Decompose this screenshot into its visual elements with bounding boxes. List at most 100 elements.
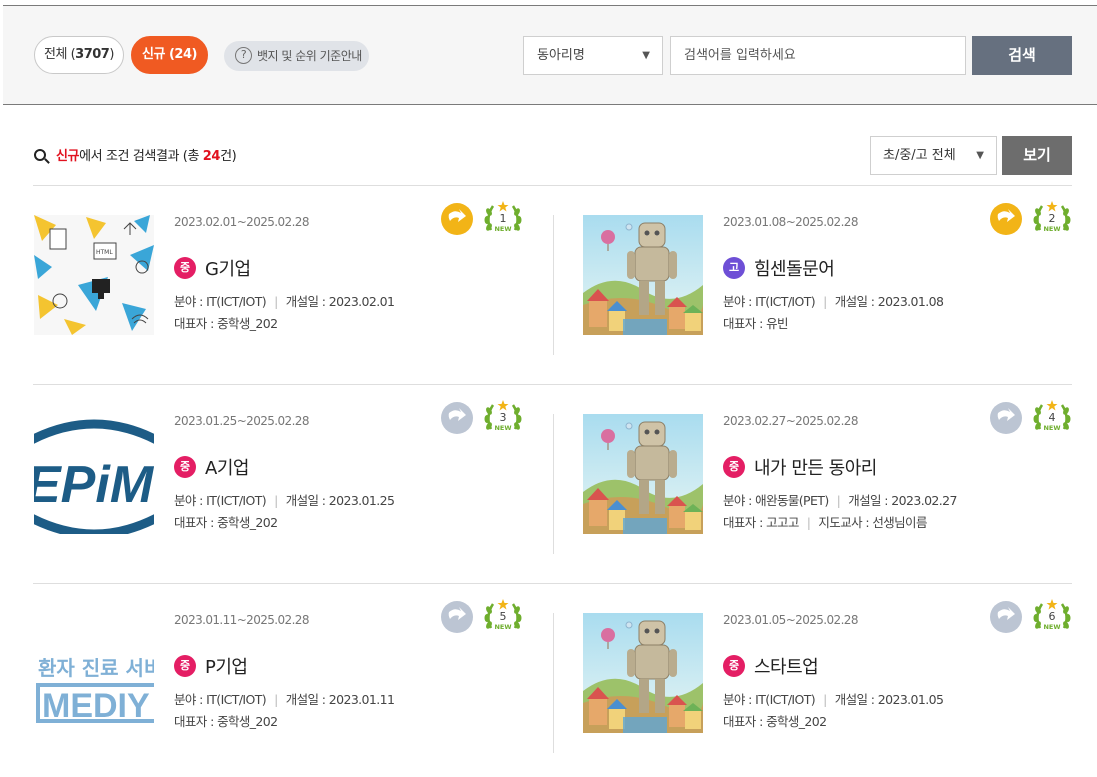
rep-value: 고고고 <box>766 515 799 530</box>
club-representative: 대표자 : 중학생_202 <box>174 512 278 531</box>
club-name-row[interactable]: 고 힘센돌문어 <box>723 255 835 281</box>
svg-text:5: 5 <box>500 610 507 623</box>
svg-text:환자 진료 서비: 환자 진료 서비 <box>38 656 154 680</box>
svg-text:2: 2 <box>1049 212 1056 225</box>
club-card[interactable]: 2023.02.27~2025.02.28 4 NEW 중 내가 만든 동아리 … <box>583 400 1083 564</box>
club-card[interactable]: 2023.01.08~2025.02.28 2 NEW 고 힘센돌문어 분야 :… <box>583 201 1083 365</box>
club-period: 2023.01.11~2025.02.28 <box>174 613 309 627</box>
club-representative: 대표자 : 중학생_202 <box>723 711 827 730</box>
dropdown-arrow-icon: ▼ <box>976 150 984 161</box>
club-thumbnail[interactable]: EPiM <box>34 414 154 534</box>
opened-label: 개설일 : <box>848 493 892 508</box>
opened-label: 개설일 : <box>834 692 878 707</box>
filter-new-label: 신규 (24) <box>142 47 197 62</box>
result-filter-name: 신규 <box>56 149 80 164</box>
meta-separator: | <box>836 493 841 508</box>
result-count: 24 <box>202 149 221 164</box>
rep-label: 대표자 : <box>723 316 767 331</box>
activity-badge-icon <box>441 402 473 434</box>
school-level-badge: 고 <box>723 257 745 279</box>
club-card[interactable]: EPiM 2023.01.25~2025.02.28 3 NEW 중 A기업 분… <box>34 400 534 564</box>
opened-value: 2023.01.25 <box>328 493 395 508</box>
filter-all-label: 전체 ( <box>44 47 76 62</box>
meta-separator: | <box>274 692 278 707</box>
svg-text:NEW: NEW <box>494 225 511 233</box>
dropdown-arrow-icon: ▼ <box>642 50 650 61</box>
club-name-row[interactable]: 중 A기업 <box>174 454 249 480</box>
club-card[interactable]: HTML 2023.02.01~2025.02.28 1 NEW 중 G기업 분… <box>34 201 534 365</box>
club-name-link[interactable]: A기업 <box>205 454 249 480</box>
opened-label: 개설일 : <box>285 692 329 707</box>
field-value: IT(ICT/IOT) <box>755 692 816 707</box>
field-value: IT(ICT/IOT) <box>206 294 267 309</box>
club-card[interactable]: 환자 진료 서비 MEDIY 2023.01.11~2025.02.28 5 N… <box>34 599 534 763</box>
activity-badge-icon <box>441 601 473 633</box>
meta-separator: | <box>823 692 827 707</box>
club-thumbnail[interactable]: 환자 진료 서비 MEDIY <box>34 613 154 733</box>
badge-guide-label: 뱃지 및 순위 기준안내 <box>257 49 362 63</box>
club-name-link[interactable]: 내가 만든 동아리 <box>754 454 877 480</box>
divider <box>33 384 1072 385</box>
filter-all-suffix: ) <box>109 47 114 62</box>
club-name-link[interactable]: P기업 <box>205 653 248 679</box>
opened-value: 2023.02.27 <box>891 493 957 508</box>
school-level-badge: 중 <box>723 456 745 478</box>
club-thumbnail[interactable]: HTML <box>34 215 154 335</box>
opened-label: 개설일 : <box>285 493 329 508</box>
search-input[interactable] <box>670 36 966 75</box>
svg-text:NEW: NEW <box>1043 225 1060 233</box>
result-text: 에서 조건 검색결과 (총 <box>79 149 203 164</box>
new-rank-badge-icon: 3 NEW <box>483 399 523 437</box>
svg-text:NEW: NEW <box>1043 623 1060 631</box>
svg-text:MEDIY: MEDIY <box>42 687 150 725</box>
school-level-badge: 중 <box>723 655 745 677</box>
club-thumbnail[interactable] <box>583 215 703 335</box>
rep-value: 중학생_202 <box>217 316 278 331</box>
search-icon <box>34 149 46 161</box>
filter-all-count: 3707 <box>75 47 110 62</box>
new-rank-badge-icon: 4 NEW <box>1032 399 1072 437</box>
search-button[interactable]: 검색 <box>972 36 1072 75</box>
club-meta: 분야 : IT(ICT/IOT) | 개설일 : 2023.01.11 <box>174 689 395 708</box>
club-card[interactable]: 2023.01.05~2025.02.28 6 NEW 중 스타트업 분야 : … <box>583 599 1083 763</box>
search-category-select[interactable]: 동아리명 ▼ <box>523 36 663 75</box>
new-rank-badge-icon: 6 NEW <box>1032 598 1072 636</box>
club-name-link[interactable]: 힘센돌문어 <box>754 255 835 281</box>
club-name-link[interactable]: 스타트업 <box>754 653 819 679</box>
school-level-select[interactable]: 초/중/고 전체 ▼ <box>870 136 997 175</box>
club-thumbnail[interactable] <box>583 613 703 733</box>
club-meta: 분야 : 애완동물(PET) | 개설일 : 2023.02.27 <box>723 490 957 509</box>
filter-new-button[interactable]: 신규 (24) <box>131 36 208 74</box>
club-name-link[interactable]: G기업 <box>205 255 251 281</box>
activity-badge-icon <box>990 601 1022 633</box>
club-name-row[interactable]: 중 스타트업 <box>723 653 819 679</box>
club-period: 2023.01.08~2025.02.28 <box>723 215 858 229</box>
club-thumbnail[interactable] <box>583 414 703 534</box>
new-rank-badge-icon: 1 NEW <box>483 200 523 238</box>
rep-label: 대표자 : <box>723 515 767 530</box>
club-name-row[interactable]: 중 P기업 <box>174 653 248 679</box>
opened-value: 2023.01.11 <box>328 692 395 707</box>
svg-text:HTML: HTML <box>96 249 113 256</box>
view-button[interactable]: 보기 <box>1002 136 1072 175</box>
badge-guide-button[interactable]: ? 뱃지 및 순위 기준안내 <box>224 41 369 71</box>
svg-text:3: 3 <box>500 411 507 424</box>
filter-all-button[interactable]: 전체 (3707) <box>34 36 124 74</box>
school-level-badge: 중 <box>174 456 196 478</box>
filter-bar: 전체 (3707) 신규 (24) ? 뱃지 및 순위 기준안내 동아리명 ▼ 검… <box>3 5 1097 105</box>
field-label: 분야 : <box>174 493 207 508</box>
svg-text:EPiM: EPiM <box>34 456 154 514</box>
club-name-row[interactable]: 중 내가 만든 동아리 <box>723 454 877 480</box>
club-name-row[interactable]: 중 G기업 <box>174 255 251 281</box>
club-period: 2023.01.05~2025.02.28 <box>723 613 858 627</box>
club-representative: 대표자 : 고고고 | 지도교사 : 선생님이름 <box>723 512 927 531</box>
column-divider <box>553 613 554 753</box>
rep-label: 대표자 : <box>174 515 218 530</box>
rep-value: 중학생_202 <box>217 515 278 530</box>
field-value: IT(ICT/IOT) <box>755 294 816 309</box>
meta-separator: | <box>806 515 811 530</box>
club-meta: 분야 : IT(ICT/IOT) | 개설일 : 2023.01.25 <box>174 490 395 509</box>
opened-value: 2023.02.01 <box>328 294 395 309</box>
divider <box>33 583 1072 584</box>
field-value: IT(ICT/IOT) <box>206 692 267 707</box>
